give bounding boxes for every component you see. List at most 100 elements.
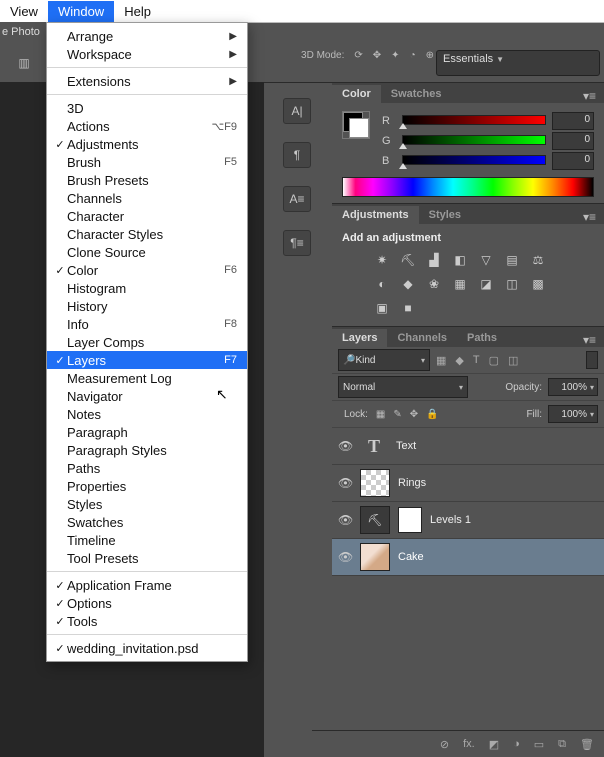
adjustment-icon-10[interactable]: ▦ [451, 276, 469, 292]
panel-menu-icon[interactable]: ▾≡ [575, 89, 604, 103]
menu-item-layers[interactable]: ✓LayersF7 [47, 351, 247, 369]
lock-icon-1[interactable]: ✎ [393, 409, 401, 420]
character-panel-icon[interactable]: A| [283, 98, 311, 124]
layers-footer-icon-6[interactable]: 🗑 [580, 738, 594, 751]
menu-item-brush[interactable]: BrushF5 [47, 153, 247, 171]
layers-footer-icon-3[interactable]: ◑ [513, 738, 520, 750]
menu-item-measurement-log[interactable]: Measurement Log [47, 369, 247, 387]
blend-mode-dropdown[interactable]: Normal▾ [338, 376, 468, 398]
tab-channels[interactable]: Channels [387, 329, 457, 347]
menubar-help[interactable]: Help [114, 1, 161, 22]
adjustment-icon-13[interactable]: ▩ [529, 276, 547, 292]
menu-item-navigator[interactable]: Navigator [47, 387, 247, 405]
layer-filter-icon-4[interactable]: ◫ [508, 354, 518, 367]
menu-item-properties[interactable]: Properties [47, 477, 247, 495]
lock-icon-3[interactable]: 🔒 [426, 409, 438, 420]
layer-name[interactable]: Text [396, 440, 416, 452]
visibility-icon[interactable]: 👁 [338, 476, 352, 490]
menu-item-histogram[interactable]: Histogram [47, 279, 247, 297]
paragraph-panel-icon[interactable]: ¶ [283, 142, 311, 168]
channel-value-G[interactable]: 0 [552, 132, 594, 150]
panel-menu-icon[interactable]: ▾≡ [575, 333, 604, 347]
channel-slider-B[interactable] [402, 155, 546, 167]
layer-filter-icon-0[interactable]: ▦ [436, 354, 446, 367]
adjustment-icon-11[interactable]: ◪ [477, 276, 495, 292]
layers-footer-icon-1[interactable]: fx. [463, 738, 475, 750]
menubar-window[interactable]: Window [48, 1, 114, 22]
axis-icon[interactable]: ⊕ [426, 50, 434, 61]
fill-input[interactable]: 100%▾ [548, 405, 598, 423]
workspace-dropdown[interactable]: Essentials▼ [436, 50, 600, 76]
layer-rings[interactable]: 👁 Rings [332, 465, 604, 502]
visibility-icon[interactable]: 👁 [338, 439, 352, 453]
channel-value-B[interactable]: 0 [552, 152, 594, 170]
layer-levels-1[interactable]: 👁⛏Levels 1 [332, 502, 604, 539]
menu-item-history[interactable]: History [47, 297, 247, 315]
channel-slider-G[interactable] [402, 135, 546, 147]
orbit-icon[interactable]: ⟳ [354, 50, 362, 61]
menu-item-timeline[interactable]: Timeline [47, 531, 247, 549]
menubar-view[interactable]: View [0, 1, 48, 22]
layers-footer-icon-4[interactable]: ▭ [534, 738, 544, 751]
menu-item-options[interactable]: ✓Options [47, 594, 247, 612]
tab-paths[interactable]: Paths [457, 329, 507, 347]
adjustment-icon-8[interactable]: ◆ [399, 276, 417, 292]
layer-filter-kind[interactable]: 🔎Kind▾ [338, 349, 430, 371]
tab-layers[interactable]: Layers [332, 329, 387, 347]
menu-item-clone-source[interactable]: Clone Source [47, 243, 247, 261]
menu-item-tools[interactable]: ✓Tools [47, 612, 247, 630]
layers-footer-icon-2[interactable]: ◩ [489, 738, 499, 751]
menu-item-swatches[interactable]: Swatches [47, 513, 247, 531]
menu-item-character[interactable]: Character [47, 207, 247, 225]
panel-menu-icon[interactable]: ▾≡ [575, 210, 604, 224]
tab-styles[interactable]: Styles [419, 206, 471, 224]
adjustment-icon-4[interactable]: ▽ [477, 252, 495, 268]
menu-item-paths[interactable]: Paths [47, 459, 247, 477]
panel-toggle[interactable]: ▥ [0, 44, 49, 82]
menu-item-arrange[interactable]: Arrange▶ [47, 27, 247, 45]
menu-item-3d[interactable]: 3D [47, 99, 247, 117]
layer-name[interactable]: Levels 1 [430, 514, 471, 526]
adjustment-icon-5[interactable]: ▤ [503, 252, 521, 268]
fg-bg-swatch[interactable] [342, 111, 370, 139]
layer-cake[interactable]: 👁 Cake [332, 539, 604, 576]
menu-item-extensions[interactable]: Extensions▶ [47, 72, 247, 90]
channel-value-R[interactable]: 0 [552, 112, 594, 130]
menu-item-layer-comps[interactable]: Layer Comps [47, 333, 247, 351]
menu-item-application-frame[interactable]: ✓Application Frame [47, 576, 247, 594]
opacity-input[interactable]: 100%▾ [548, 378, 598, 396]
light-icon[interactable]: ◔ [410, 50, 416, 61]
menu-item-paragraph-styles[interactable]: Paragraph Styles [47, 441, 247, 459]
adjustment-icon-9[interactable]: ❀ [425, 276, 443, 292]
layer-filter-icon-3[interactable]: ▢ [489, 354, 499, 367]
adjustment-icon-2[interactable]: ▟ [425, 252, 443, 268]
layer-name[interactable]: Rings [398, 477, 426, 489]
menu-item-info[interactable]: InfoF8 [47, 315, 247, 333]
layer-text[interactable]: 👁TText [332, 428, 604, 465]
visibility-icon[interactable]: 👁 [338, 513, 352, 527]
adjustment-icon-1[interactable]: ⛏ [399, 252, 417, 268]
menu-item-adjustments[interactable]: ✓Adjustments [47, 135, 247, 153]
lock-icon-0[interactable]: ▦ [376, 409, 385, 420]
menu-item-tool-presets[interactable]: Tool Presets [47, 549, 247, 567]
adjustment-icon-6[interactable]: ⚖ [529, 252, 547, 268]
layer-name[interactable]: Cake [398, 551, 424, 563]
visibility-icon[interactable]: 👁 [338, 550, 352, 564]
zoom-icon[interactable]: ✦ [391, 50, 399, 61]
filter-toggle[interactable] [586, 351, 598, 369]
tab-swatches[interactable]: Swatches [381, 85, 452, 103]
menu-item-color[interactable]: ✓ColorF6 [47, 261, 247, 279]
lock-icon-2[interactable]: ✥ [410, 409, 418, 420]
pan-icon[interactable]: ✥ [373, 50, 381, 61]
adjustment-icon-3[interactable]: ◧ [451, 252, 469, 268]
menu-item-wedding-invitation-psd[interactable]: ✓wedding_invitation.psd [47, 639, 247, 657]
tab-adjustments[interactable]: Adjustments [332, 206, 419, 224]
layers-footer-icon-0[interactable]: ⊘ [440, 738, 449, 751]
adjustment-icon-0[interactable]: ✷ [373, 252, 391, 268]
adjustment-icon-14[interactable]: ▣ [373, 300, 391, 316]
menu-item-character-styles[interactable]: Character Styles [47, 225, 247, 243]
menu-item-actions[interactable]: Actions⌥F9 [47, 117, 247, 135]
color-spectrum[interactable] [342, 177, 594, 197]
layer-filter-icon-1[interactable]: ◆ [455, 354, 463, 367]
tab-color[interactable]: Color [332, 85, 381, 103]
